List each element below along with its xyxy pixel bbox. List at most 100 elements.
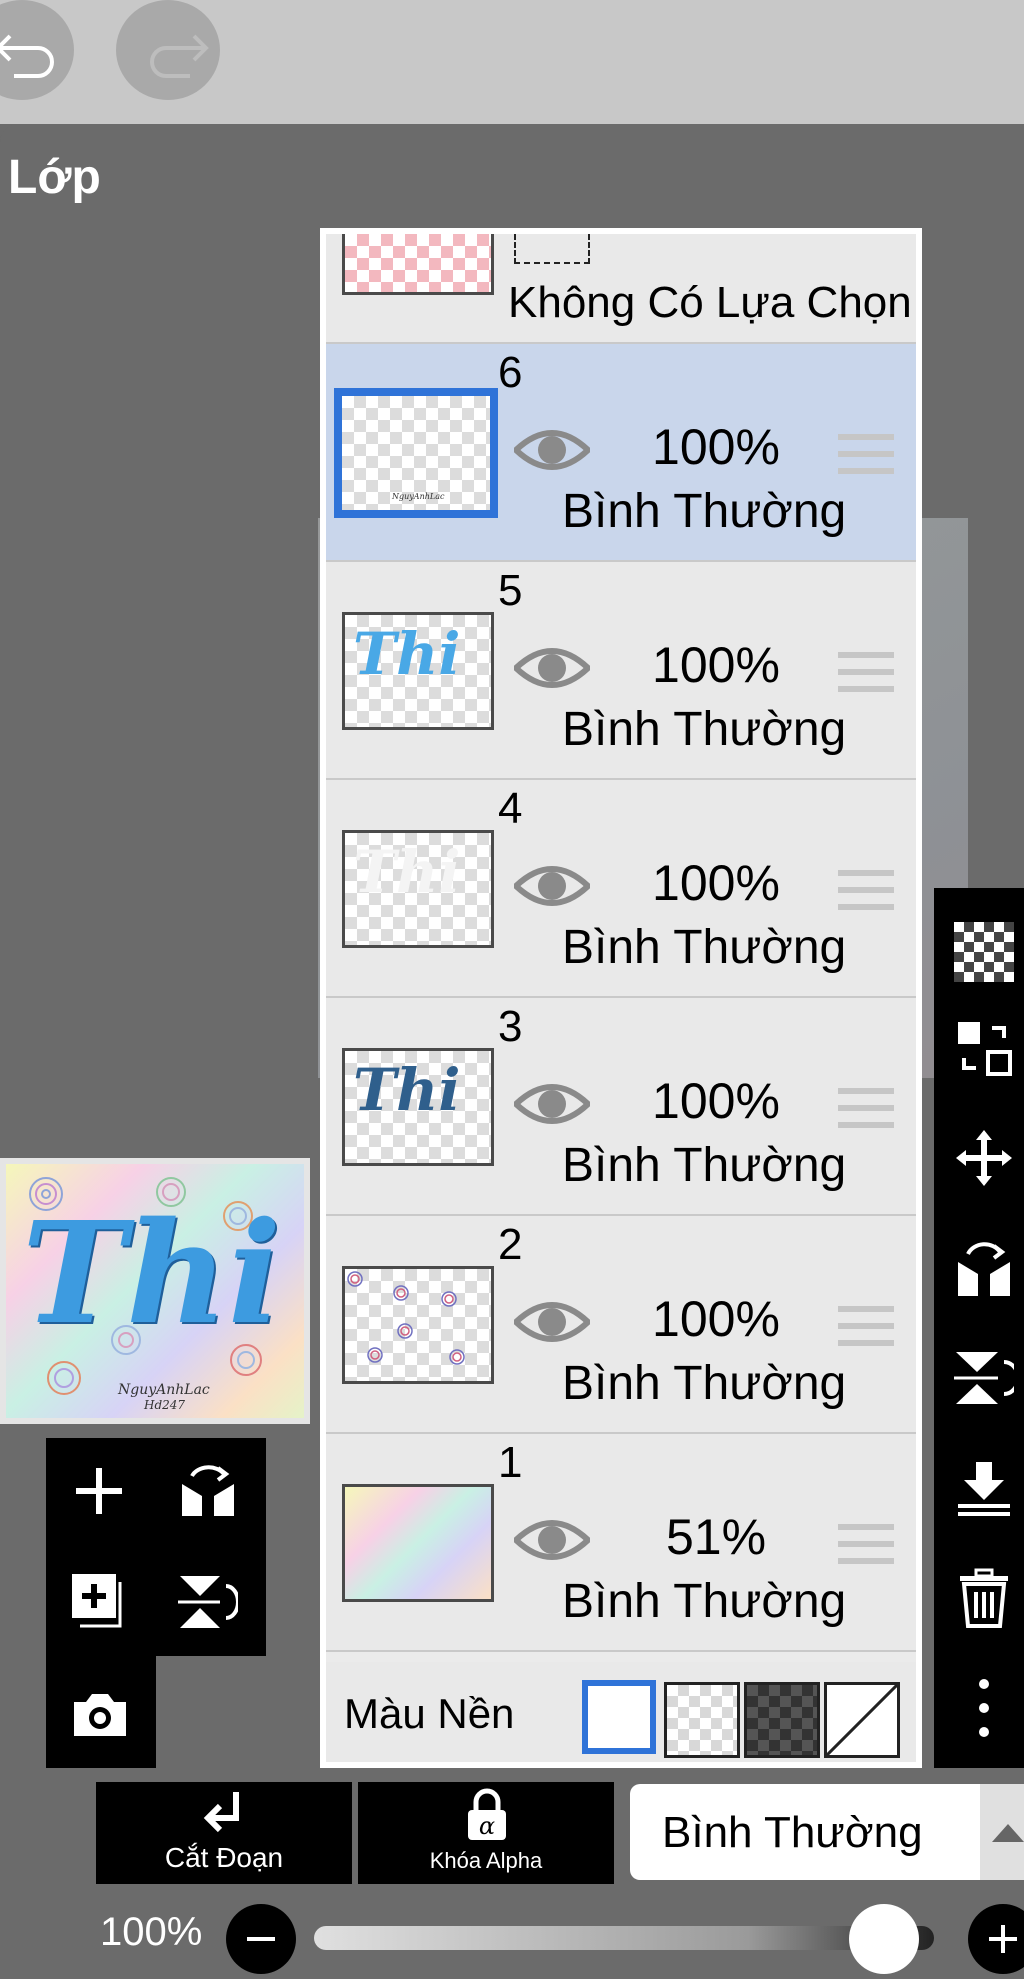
layer-thumbnail bbox=[342, 1266, 494, 1384]
circles-art bbox=[347, 1271, 465, 1365]
layer-opacity[interactable]: 100% bbox=[630, 636, 802, 694]
bg-swatch-dark-checker[interactable] bbox=[744, 1682, 820, 1758]
circle-mark bbox=[397, 1323, 413, 1339]
bg-swatch-light-checker[interactable] bbox=[664, 1682, 740, 1758]
layer-row[interactable]: 1 51% Bình Thường bbox=[326, 1434, 916, 1652]
circle-mark bbox=[449, 1349, 465, 1365]
preview-title-art: Thi bbox=[22, 1192, 282, 1356]
layer-thumbnail-art: NguyAnhLac bbox=[392, 492, 445, 501]
chevron-up-icon bbox=[992, 1824, 1024, 1842]
layer-blend-mode: Bình Thường bbox=[562, 485, 847, 538]
layer-blend-mode: Bình Thường bbox=[562, 1575, 847, 1628]
flip-horizontal-icon[interactable] bbox=[954, 1238, 1014, 1298]
alpha-lock-button[interactable]: α Khóa Alpha bbox=[358, 1782, 614, 1884]
blend-mode-select[interactable]: Bình Thường bbox=[630, 1784, 980, 1880]
preview-signature-2: Hd247 bbox=[144, 1398, 186, 1412]
circle-mark bbox=[400, 1326, 410, 1336]
zoom-out-button[interactable] bbox=[226, 1904, 296, 1974]
more-options-icon[interactable] bbox=[954, 1678, 1014, 1738]
layer-blend-mode: Bình Thường bbox=[562, 921, 847, 974]
zoom-slider-thumb[interactable] bbox=[849, 1904, 920, 1974]
zoom-slider[interactable] bbox=[314, 1926, 934, 1950]
camera-icon[interactable] bbox=[70, 1690, 130, 1740]
circle-mark bbox=[370, 1350, 380, 1360]
background-color-row: Màu Nền bbox=[326, 1662, 916, 1762]
layer-opacity[interactable]: 100% bbox=[630, 1290, 802, 1348]
visibility-eye-icon[interactable] bbox=[514, 422, 590, 478]
page-title: Lớp bbox=[8, 151, 101, 204]
circle-mark bbox=[347, 1271, 363, 1287]
undo-icon bbox=[0, 34, 54, 78]
flip-layer-vertical-icon[interactable] bbox=[178, 1572, 238, 1632]
right-toolbar bbox=[934, 888, 1024, 1768]
layer-number: 6 bbox=[498, 348, 523, 397]
undo-button[interactable] bbox=[0, 0, 74, 100]
drag-handle-icon[interactable] bbox=[838, 1302, 894, 1350]
svg-text:α: α bbox=[479, 1812, 495, 1840]
canvas-preview[interactable]: Thi NguyAnhLac Hd247 bbox=[0, 1158, 310, 1424]
merge-down-icon[interactable] bbox=[954, 1458, 1014, 1518]
redo-icon bbox=[150, 34, 209, 78]
layers-list[interactable]: Không Có Lựa Chọn NguyAnhLac 6 100% Bình Th… bbox=[326, 234, 916, 1762]
circle-mark bbox=[396, 1288, 406, 1298]
layer-number: 5 bbox=[498, 566, 523, 615]
layer-number: 1 bbox=[498, 1438, 523, 1487]
top-toolbar bbox=[0, 0, 1024, 124]
selection-layer-row[interactable]: Không Có Lựa Chọn bbox=[326, 234, 916, 344]
clip-label: Cắt Đoạn bbox=[164, 1842, 284, 1873]
layer-row[interactable]: Thi 3 100% Bình Thường bbox=[326, 998, 916, 1216]
layer-row[interactable]: Thi 4 100% Bình Thường bbox=[326, 780, 916, 998]
layer-thumbnail-art: Thi bbox=[353, 838, 461, 906]
visibility-eye-icon[interactable] bbox=[514, 640, 590, 696]
bg-swatch-white[interactable] bbox=[582, 1680, 656, 1754]
clip-arrow-icon bbox=[203, 1792, 239, 1833]
add-layer-copy-icon[interactable] bbox=[70, 1572, 130, 1632]
preview-signature: NguyAnhLac bbox=[118, 1382, 210, 1398]
layer-thumbnail: NguyAnhLac bbox=[334, 388, 498, 518]
swap-layers-icon[interactable] bbox=[954, 1018, 1014, 1078]
blend-mode-value: Bình Thường bbox=[662, 1808, 923, 1857]
layer-number: 3 bbox=[498, 1002, 523, 1051]
layer-row[interactable]: Thi 5 100% Bình Thường bbox=[326, 562, 916, 780]
zoom-in-button[interactable] bbox=[968, 1904, 1024, 1974]
visibility-eye-icon[interactable] bbox=[514, 1512, 590, 1568]
drag-handle-icon[interactable] bbox=[838, 430, 894, 478]
layer-blend-mode: Bình Thường bbox=[562, 1357, 847, 1410]
circle-mark bbox=[350, 1274, 360, 1284]
layer-thumbnail: Thi bbox=[342, 830, 494, 948]
selection-status: Không Có Lựa Chọn bbox=[508, 278, 912, 327]
transparency-checker-icon[interactable] bbox=[954, 922, 1014, 982]
layer-opacity[interactable]: 51% bbox=[630, 1508, 802, 1566]
visibility-eye-icon[interactable] bbox=[514, 1294, 590, 1350]
layer-thumbnail bbox=[342, 1484, 494, 1602]
redo-button[interactable] bbox=[116, 0, 220, 100]
blend-mode-dropdown[interactable] bbox=[980, 1784, 1024, 1880]
layer-row[interactable]: NguyAnhLac 6 100% Bình Thường bbox=[326, 344, 916, 562]
zoom-level: 100% bbox=[100, 1910, 203, 1954]
layer-opacity[interactable]: 100% bbox=[630, 1072, 802, 1130]
drag-handle-icon[interactable] bbox=[838, 866, 894, 914]
bg-swatch-none[interactable] bbox=[824, 1682, 900, 1758]
clip-button[interactable]: Cắt Đoạn bbox=[96, 1782, 352, 1884]
layer-opacity[interactable]: 100% bbox=[630, 854, 802, 912]
drag-handle-icon[interactable] bbox=[838, 1520, 894, 1568]
add-layer-icon[interactable] bbox=[74, 1466, 124, 1516]
selection-layer-thumbnail bbox=[342, 234, 494, 295]
visibility-eye-icon[interactable] bbox=[514, 858, 590, 914]
flip-layer-horizontal-icon[interactable] bbox=[178, 1462, 238, 1518]
circle-mark bbox=[441, 1291, 457, 1307]
layer-row[interactable]: 2 100% Bình Thường bbox=[326, 1216, 916, 1434]
layer-blend-mode: Bình Thường bbox=[562, 703, 847, 756]
move-icon[interactable] bbox=[954, 1128, 1014, 1188]
flip-vertical-icon[interactable] bbox=[954, 1348, 1014, 1408]
drag-handle-icon[interactable] bbox=[838, 1084, 894, 1132]
layer-blend-mode: Bình Thường bbox=[562, 1139, 847, 1192]
layer-opacity[interactable]: 100% bbox=[630, 418, 802, 476]
circle-mark bbox=[393, 1285, 409, 1301]
circle-mark bbox=[444, 1294, 454, 1304]
circle-mark bbox=[452, 1352, 462, 1362]
visibility-eye-icon[interactable] bbox=[514, 1076, 590, 1132]
drag-handle-icon[interactable] bbox=[838, 648, 894, 696]
trash-icon[interactable] bbox=[954, 1568, 1014, 1628]
layers-panel: Không Có Lựa Chọn NguyAnhLac 6 100% Bình Th… bbox=[320, 228, 922, 1768]
